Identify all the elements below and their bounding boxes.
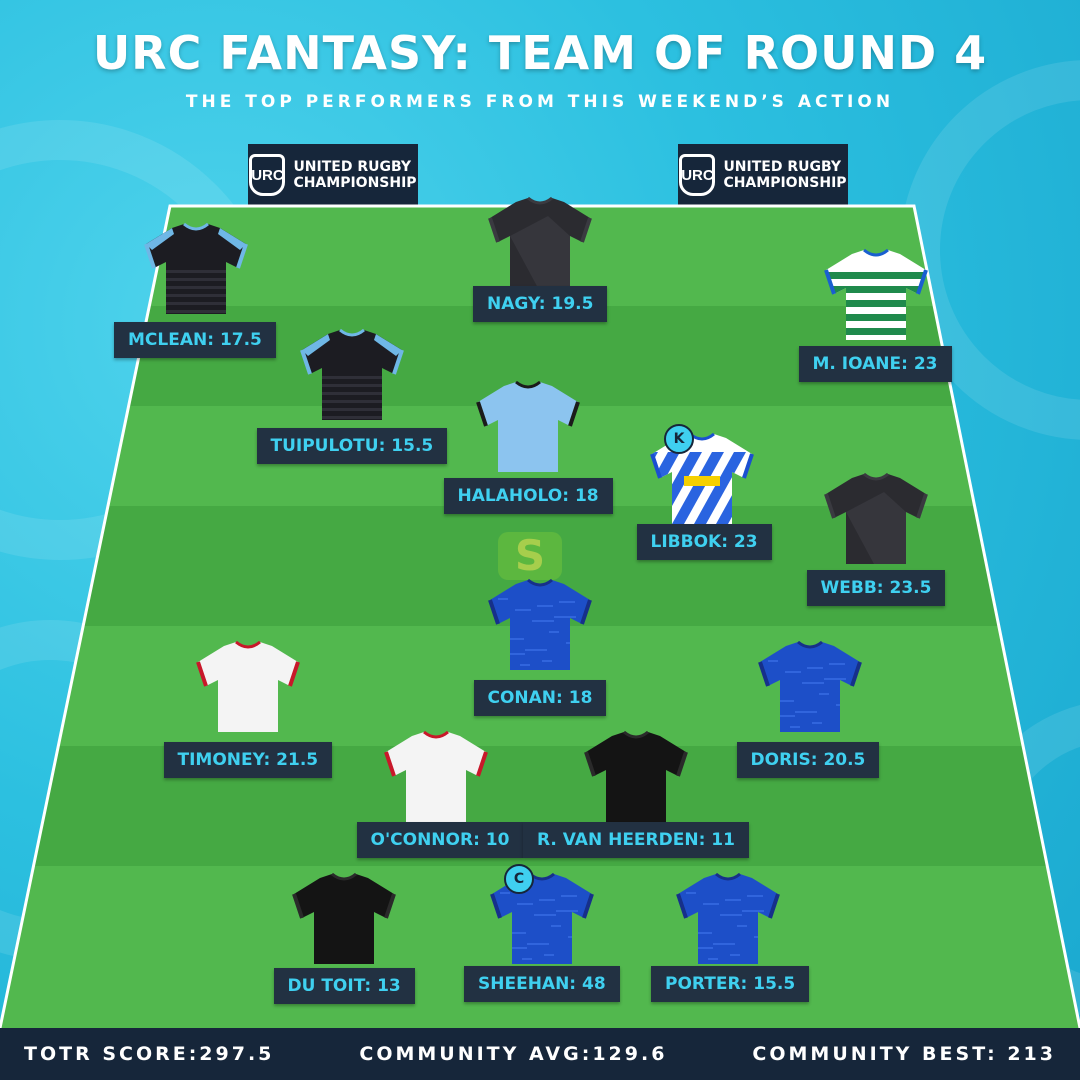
jersey-icon <box>292 872 396 964</box>
player-score-label: NAGY: 19.5 <box>473 286 608 322</box>
totr-score: TOTR SCORE:297.5 <box>24 1043 275 1065</box>
jersey-icon <box>144 222 248 314</box>
kicker-badge-icon: K <box>664 424 694 454</box>
jersey-icon <box>824 472 928 564</box>
graphic-canvas: URC FANTASY: TEAM OF ROUND 4 THE TOP PER… <box>0 0 1080 1080</box>
jersey-icon <box>476 380 580 472</box>
player-score-label: TUIPULOTU: 15.5 <box>256 428 448 464</box>
player-score-label: DORIS: 20.5 <box>736 742 880 778</box>
jersey-icon <box>300 328 404 420</box>
community-avg: COMMUNITY AVG:129.6 <box>359 1043 668 1065</box>
jersey-icon <box>196 640 300 732</box>
player-score-label: TIMONEY: 21.5 <box>163 742 333 778</box>
player-score-label: M. IOANE: 23 <box>798 346 952 382</box>
jersey-icon <box>488 578 592 670</box>
jersey-icon <box>676 872 780 964</box>
player-score-label: MCLEAN: 17.5 <box>114 322 276 358</box>
player-score-label: PORTER: 15.5 <box>651 966 810 1002</box>
super-rugby-watermark-icon: S <box>498 532 562 580</box>
player-score-label: SHEEHAN: 48 <box>464 966 620 1002</box>
jersey-icon <box>488 196 592 288</box>
jersey-icon <box>584 730 688 822</box>
community-best: COMMUNITY BEST: 213 <box>752 1043 1056 1065</box>
player-score-label: DU TOIT: 13 <box>273 968 415 1004</box>
captain-badge-icon: C <box>504 864 534 894</box>
player-score-label: LIBBOK: 23 <box>636 524 772 560</box>
stats-footer: TOTR SCORE:297.5 COMMUNITY AVG:129.6 COM… <box>0 1028 1080 1080</box>
player-score-label: O'CONNOR: 10 <box>356 822 524 858</box>
player-score-label: WEBB: 23.5 <box>806 570 946 606</box>
player-score-label: CONAN: 18 <box>473 680 607 716</box>
player-score-label: R. VAN HEERDEN: 11 <box>523 822 749 858</box>
jersey-icon <box>824 248 928 340</box>
jersey-icon <box>384 730 488 822</box>
player-score-label: HALAHOLO: 18 <box>443 478 613 514</box>
jersey-icon <box>758 640 862 732</box>
